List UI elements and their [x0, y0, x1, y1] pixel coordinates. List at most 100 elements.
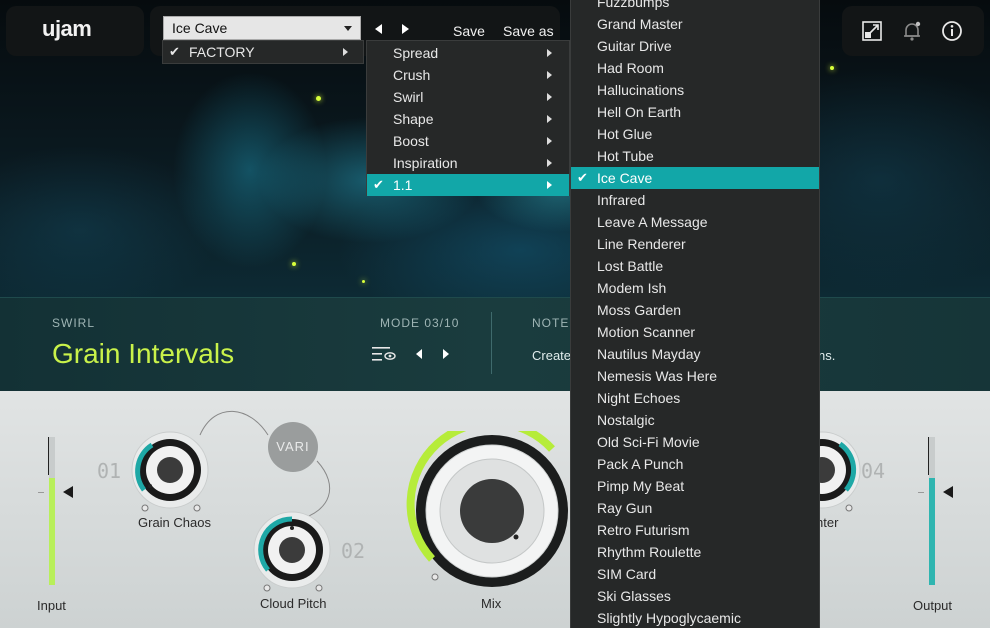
preset-list-item-label: Pack A Punch: [597, 456, 684, 472]
preset-list-item[interactable]: Hell On Earth: [571, 101, 819, 123]
particle: [292, 262, 296, 266]
grain-chaos-knob[interactable]: [128, 428, 212, 512]
preset-list-item-label: SIM Card: [597, 566, 657, 582]
save-button[interactable]: Save: [453, 23, 485, 39]
menu-item-1-1[interactable]: ✔ 1.1: [367, 174, 569, 196]
resize-icon[interactable]: [861, 20, 883, 42]
preset-list-item[interactable]: Infrared: [571, 189, 819, 211]
menu-item-swirl[interactable]: Swirl: [367, 86, 569, 108]
check-icon: ✔: [577, 170, 588, 185]
notes-text: Create: [532, 348, 572, 363]
preset-list-item-label: Ice Cave: [597, 170, 653, 186]
preset-list-item[interactable]: Retro Futurism: [571, 519, 819, 541]
preset-list-item[interactable]: Hot Tube: [571, 145, 819, 167]
previous-preset-button[interactable]: [375, 24, 382, 34]
preset-list-item-label: Infrared: [597, 192, 646, 208]
preset-list-item[interactable]: ✔ Ice Cave: [571, 167, 819, 189]
next-mode-button[interactable]: [443, 349, 449, 359]
preset-list-item[interactable]: Pimp My Beat: [571, 475, 819, 497]
menu-item-label: FACTORY: [189, 44, 255, 60]
menu-item-label: Shape: [393, 111, 434, 127]
preset-list-item[interactable]: Hot Glue: [571, 123, 819, 145]
particle: [362, 280, 365, 283]
next-preset-button[interactable]: [402, 24, 409, 34]
preset-list-item-label: Retro Futurism: [597, 522, 690, 538]
preset-list-item[interactable]: Moss Garden: [571, 299, 819, 321]
preset-list-item-label: Slightly Hypoglycaemic: [597, 610, 741, 626]
menu-item-label: Crush: [393, 67, 431, 83]
preset-list-item[interactable]: Nostalgic: [571, 409, 819, 431]
chevron-right-icon: [343, 48, 348, 56]
menu-item-label: 1.1: [393, 177, 413, 193]
mix-label: Mix: [481, 596, 502, 611]
preset-list-item-label: Hell On Earth: [597, 104, 682, 120]
preset-list-item[interactable]: Motion Scanner: [571, 321, 819, 343]
preset-list-item[interactable]: Hallucinations: [571, 79, 819, 101]
preset-list-item-label: Lost Battle: [597, 258, 664, 274]
preset-list-item-label: Moss Garden: [597, 302, 682, 318]
preset-list-item[interactable]: Line Renderer: [571, 233, 819, 255]
preset-list-item[interactable]: Grand Master: [571, 13, 819, 35]
divider: [491, 312, 492, 374]
preset-list-item[interactable]: Pack A Punch: [571, 453, 819, 475]
cloud-pitch-knob[interactable]: [250, 508, 334, 592]
menu-item-label: Inspiration: [393, 155, 458, 171]
preset-list-item-label: Had Room: [597, 60, 664, 76]
preset-list-item-label: Hot Glue: [597, 126, 653, 142]
save-as-button[interactable]: Save as: [503, 23, 554, 39]
menu-item-boost[interactable]: Boost: [367, 130, 569, 152]
preset-list-item-label: Nautilus Mayday: [597, 346, 701, 362]
preset-select[interactable]: Ice Cave: [163, 16, 361, 40]
preset-list-item[interactable]: Fuzzbumps: [571, 0, 819, 13]
preset-list-item[interactable]: Slightly Hypoglycaemic: [571, 607, 819, 628]
preset-list-item-label: Night Echoes: [597, 390, 681, 406]
grain-chaos-label: Grain Chaos: [138, 515, 211, 530]
chevron-right-icon: [547, 49, 552, 57]
knob-4-number: 04: [861, 459, 886, 483]
preset-list-item-label: Hot Tube: [597, 148, 654, 164]
menu-item-shape[interactable]: Shape: [367, 108, 569, 130]
preset-list-item-label: Line Renderer: [597, 236, 686, 252]
preset-list-item-label: Nemesis Was Here: [597, 368, 718, 384]
preset-list-item-label: Modem Ish: [597, 280, 667, 296]
vari-button[interactable]: VARI: [268, 422, 318, 472]
preset-list-item[interactable]: Nemesis Was Here: [571, 365, 819, 387]
chevron-right-icon: [547, 181, 552, 189]
menu-item-spread[interactable]: Spread: [367, 42, 569, 64]
bell-icon[interactable]: [901, 20, 923, 42]
preset-list-item[interactable]: Rhythm Roulette: [571, 541, 819, 563]
preset-list-item-label: Hallucinations: [597, 82, 685, 98]
preset-list-item[interactable]: Ski Glasses: [571, 585, 819, 607]
info-icon[interactable]: [941, 20, 963, 42]
preset-list-item[interactable]: Lost Battle: [571, 255, 819, 277]
preset-list-item[interactable]: SIM Card: [571, 563, 819, 585]
preset-list-item[interactable]: Modem Ish: [571, 277, 819, 299]
mix-knob[interactable]: [402, 431, 572, 591]
particle: [830, 66, 834, 70]
preset-list-item[interactable]: Ray Gun: [571, 497, 819, 519]
preset-list-item-label: Ski Glasses: [597, 588, 671, 604]
mode-list-icon[interactable]: [372, 346, 396, 362]
menu-item-crush[interactable]: Crush: [367, 64, 569, 86]
preset-list-item[interactable]: Old Sci-Fi Movie: [571, 431, 819, 453]
category-menu: Spread Crush Swirl Shape Boost Inspirati…: [366, 40, 570, 196]
check-icon: ✔: [373, 177, 384, 192]
menu-item-factory[interactable]: ✔ FACTORY: [163, 41, 363, 63]
chevron-right-icon: [547, 159, 552, 167]
bank-menu: ✔ FACTORY: [162, 40, 364, 64]
preset-list-item[interactable]: Had Room: [571, 57, 819, 79]
previous-mode-button[interactable]: [416, 349, 422, 359]
preset-list-item-label: Fuzzbumps: [597, 0, 670, 10]
preset-list-item[interactable]: Nautilus Mayday: [571, 343, 819, 365]
preset-list-item-label: Nostalgic: [597, 412, 655, 428]
mode-label: MODE 03/10: [380, 316, 460, 330]
menu-item-label: Swirl: [393, 89, 424, 105]
control-panel: Input Output 01 Grain Chaos VARI 02 Clou…: [0, 391, 990, 628]
preset-list-item[interactable]: Leave A Message: [571, 211, 819, 233]
preset-list-item[interactable]: Night Echoes: [571, 387, 819, 409]
menu-item-inspiration[interactable]: Inspiration: [367, 152, 569, 174]
chevron-right-icon: [547, 137, 552, 145]
menu-item-label: Spread: [393, 45, 439, 61]
preset-list-item-label: Grand Master: [597, 16, 683, 32]
preset-list-item[interactable]: Guitar Drive: [571, 35, 819, 57]
